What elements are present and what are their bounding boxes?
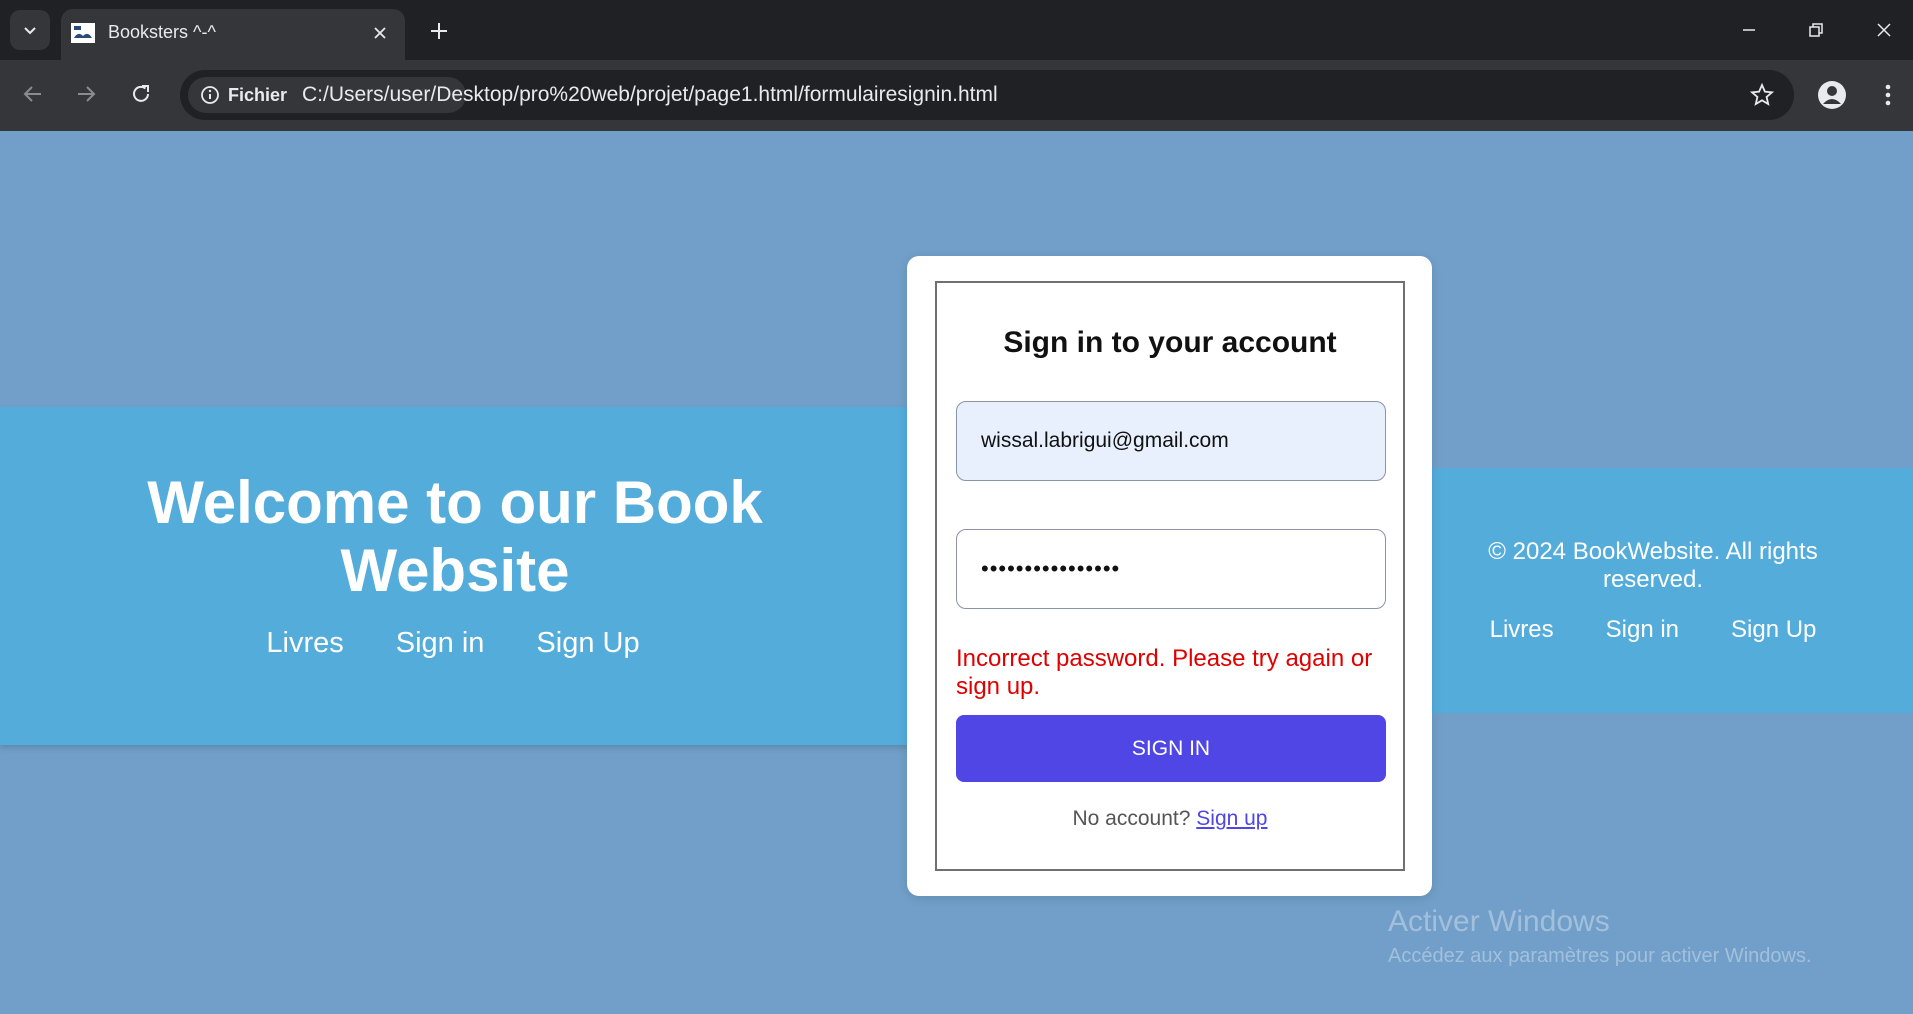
browser-menu-button[interactable] [1870, 76, 1906, 114]
header-link-sign-up[interactable]: Sign Up [536, 627, 639, 660]
email-input[interactable]: wissal.labrigui@gmail.com [956, 401, 1386, 481]
forward-button[interactable] [66, 74, 106, 114]
browser-tab[interactable]: Booksters ^-^ [61, 9, 405, 60]
web-page: Welcome to our Book Website Livres Sign … [0, 131, 1913, 1014]
no-account-text: No account? [1072, 807, 1191, 830]
copyright-text: © 2024 BookWebsite. All rights reserved. [1488, 538, 1818, 593]
sign-in-button[interactable]: SIGN IN [956, 715, 1386, 782]
arrow-left-icon [23, 86, 41, 102]
footer-banner: © 2024 BookWebsite. All rights reserved.… [1428, 468, 1913, 713]
header-nav: Livres Sign in Sign Up [0, 627, 906, 660]
account-icon [1818, 81, 1846, 109]
sign-up-link[interactable]: Sign up [1196, 807, 1267, 830]
restore-button[interactable] [1794, 8, 1838, 52]
reload-button[interactable] [121, 74, 161, 114]
plus-icon [431, 23, 447, 39]
close-icon [374, 27, 386, 39]
password-input[interactable]: •••••••••••••••• [956, 529, 1386, 609]
book-favicon-icon [71, 23, 95, 43]
browser-tabstrip: Booksters ^-^ [0, 0, 1913, 60]
minimize-button[interactable] [1727, 8, 1771, 52]
form-title: Sign in to your account [1003, 326, 1337, 359]
header-link-livres[interactable]: Livres [266, 627, 343, 660]
signin-card: Sign in to your account wissal.labrigui@… [907, 256, 1432, 896]
footer-link-sign-up[interactable]: Sign Up [1731, 616, 1816, 644]
error-message: Incorrect password. Please try again or … [956, 645, 1373, 700]
tab-search-button[interactable] [10, 10, 50, 50]
bookmark-button[interactable] [1748, 81, 1776, 109]
minimize-icon [1743, 29, 1755, 31]
no-account-line: No account? Sign up [937, 807, 1403, 831]
header-link-sign-in[interactable]: Sign in [396, 627, 485, 660]
info-icon [201, 86, 219, 104]
arrow-right-icon [78, 86, 96, 102]
header-banner: Welcome to our Book Website Livres Sign … [0, 407, 910, 745]
footer-link-sign-in[interactable]: Sign in [1606, 616, 1679, 644]
profile-button[interactable] [1813, 76, 1851, 114]
browser-toolbar: Fichier C:/Users/user/Desktop/pro%20web/… [0, 60, 1913, 131]
reload-icon [133, 85, 149, 102]
restore-icon [1809, 23, 1823, 37]
tab-title: Booksters ^-^ [108, 22, 216, 42]
star-icon [1750, 83, 1774, 106]
close-icon [1877, 23, 1891, 37]
footer-link-livres[interactable]: Livres [1490, 616, 1554, 644]
windows-activation-subtitle: Accédez aux paramètres pour activer Wind… [1388, 945, 1812, 967]
kebab-menu-icon [1885, 84, 1891, 106]
windows-activation-title: Activer Windows [1388, 905, 1610, 938]
site-chip-label: Fichier [228, 84, 288, 105]
tab-close-button[interactable] [367, 20, 393, 46]
close-window-button[interactable] [1862, 8, 1906, 52]
address-bar[interactable]: Fichier C:/Users/user/Desktop/pro%20web/… [180, 70, 1794, 120]
chevron-down-icon [24, 27, 36, 35]
url-text[interactable]: C:/Users/user/Desktop/pro%20web/projet/p… [302, 83, 998, 107]
back-button[interactable] [13, 74, 53, 114]
signin-form: Sign in to your account wissal.labrigui@… [935, 281, 1405, 871]
new-tab-button[interactable] [422, 14, 456, 48]
welcome-heading: Welcome to our Book Website [147, 469, 763, 604]
footer-nav: Livres Sign in Sign Up [1428, 616, 1878, 644]
